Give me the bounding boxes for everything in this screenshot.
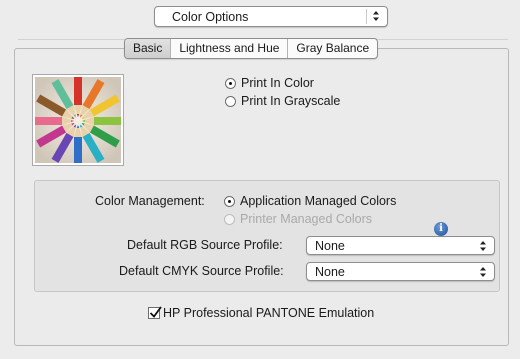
print-in-grayscale-option[interactable]: Print In Grayscale [225,94,340,108]
tab-basic[interactable]: Basic [125,39,171,58]
popup-divider [366,9,367,24]
pencil-body [74,137,82,163]
color-preview-image [32,74,124,166]
cmyk-profile-popup[interactable]: None [306,262,495,281]
popup-arrows-icon [370,9,382,23]
pantone-emulation-option[interactable]: HP Professional PANTONE Emulation [148,306,374,320]
pantone-emulation-label: HP Professional PANTONE Emulation [163,306,375,320]
rgb-profile-popup[interactable]: None [306,236,495,255]
cmyk-profile-label: Default CMYK Source Profile: [119,264,284,278]
rgb-profile-label: Default RGB Source Profile: [127,238,283,252]
cmyk-profile-value: None [315,265,345,279]
pantone-emulation-checkbox[interactable] [148,306,162,319]
tab-lightness-and-hue[interactable]: Lightness and Hue [170,39,287,58]
info-icon[interactable]: i [434,222,448,236]
print-in-grayscale-radio[interactable] [225,95,236,107]
print-in-color-label: Print In Color [241,76,314,90]
pencil-body [35,117,62,125]
popup-arrows-icon [477,239,489,253]
colored-pencils-icon [35,77,121,163]
popup-arrows-icon [477,265,489,279]
checkmark-icon [149,306,162,318]
printer-managed-colors-label: Printer Managed Colors [240,212,373,226]
application-managed-colors-label: Application Managed Colors [240,194,397,208]
pencil-body [74,77,82,105]
rgb-profile-value: None [315,239,345,253]
printer-managed-colors-radio[interactable] [224,213,235,225]
tab-gray-balance[interactable]: Gray Balance [287,39,377,58]
tab-bar: Basic Lightness and Hue Gray Balance [124,38,379,59]
color-options-value: Color Options [172,10,249,24]
color-options-popup[interactable]: Color Options [154,6,388,27]
pencil-body [94,117,121,125]
color-management-label: Color Management: [95,194,205,208]
print-in-grayscale-label: Print In Grayscale [241,94,341,108]
print-in-color-option[interactable]: Print In Color [225,76,314,90]
application-managed-colors-radio[interactable] [224,195,235,207]
application-managed-colors-option[interactable]: Application Managed Colors [224,194,396,208]
print-in-color-radio[interactable] [225,77,236,89]
printer-managed-colors-option[interactable]: Printer Managed Colors [224,212,372,226]
